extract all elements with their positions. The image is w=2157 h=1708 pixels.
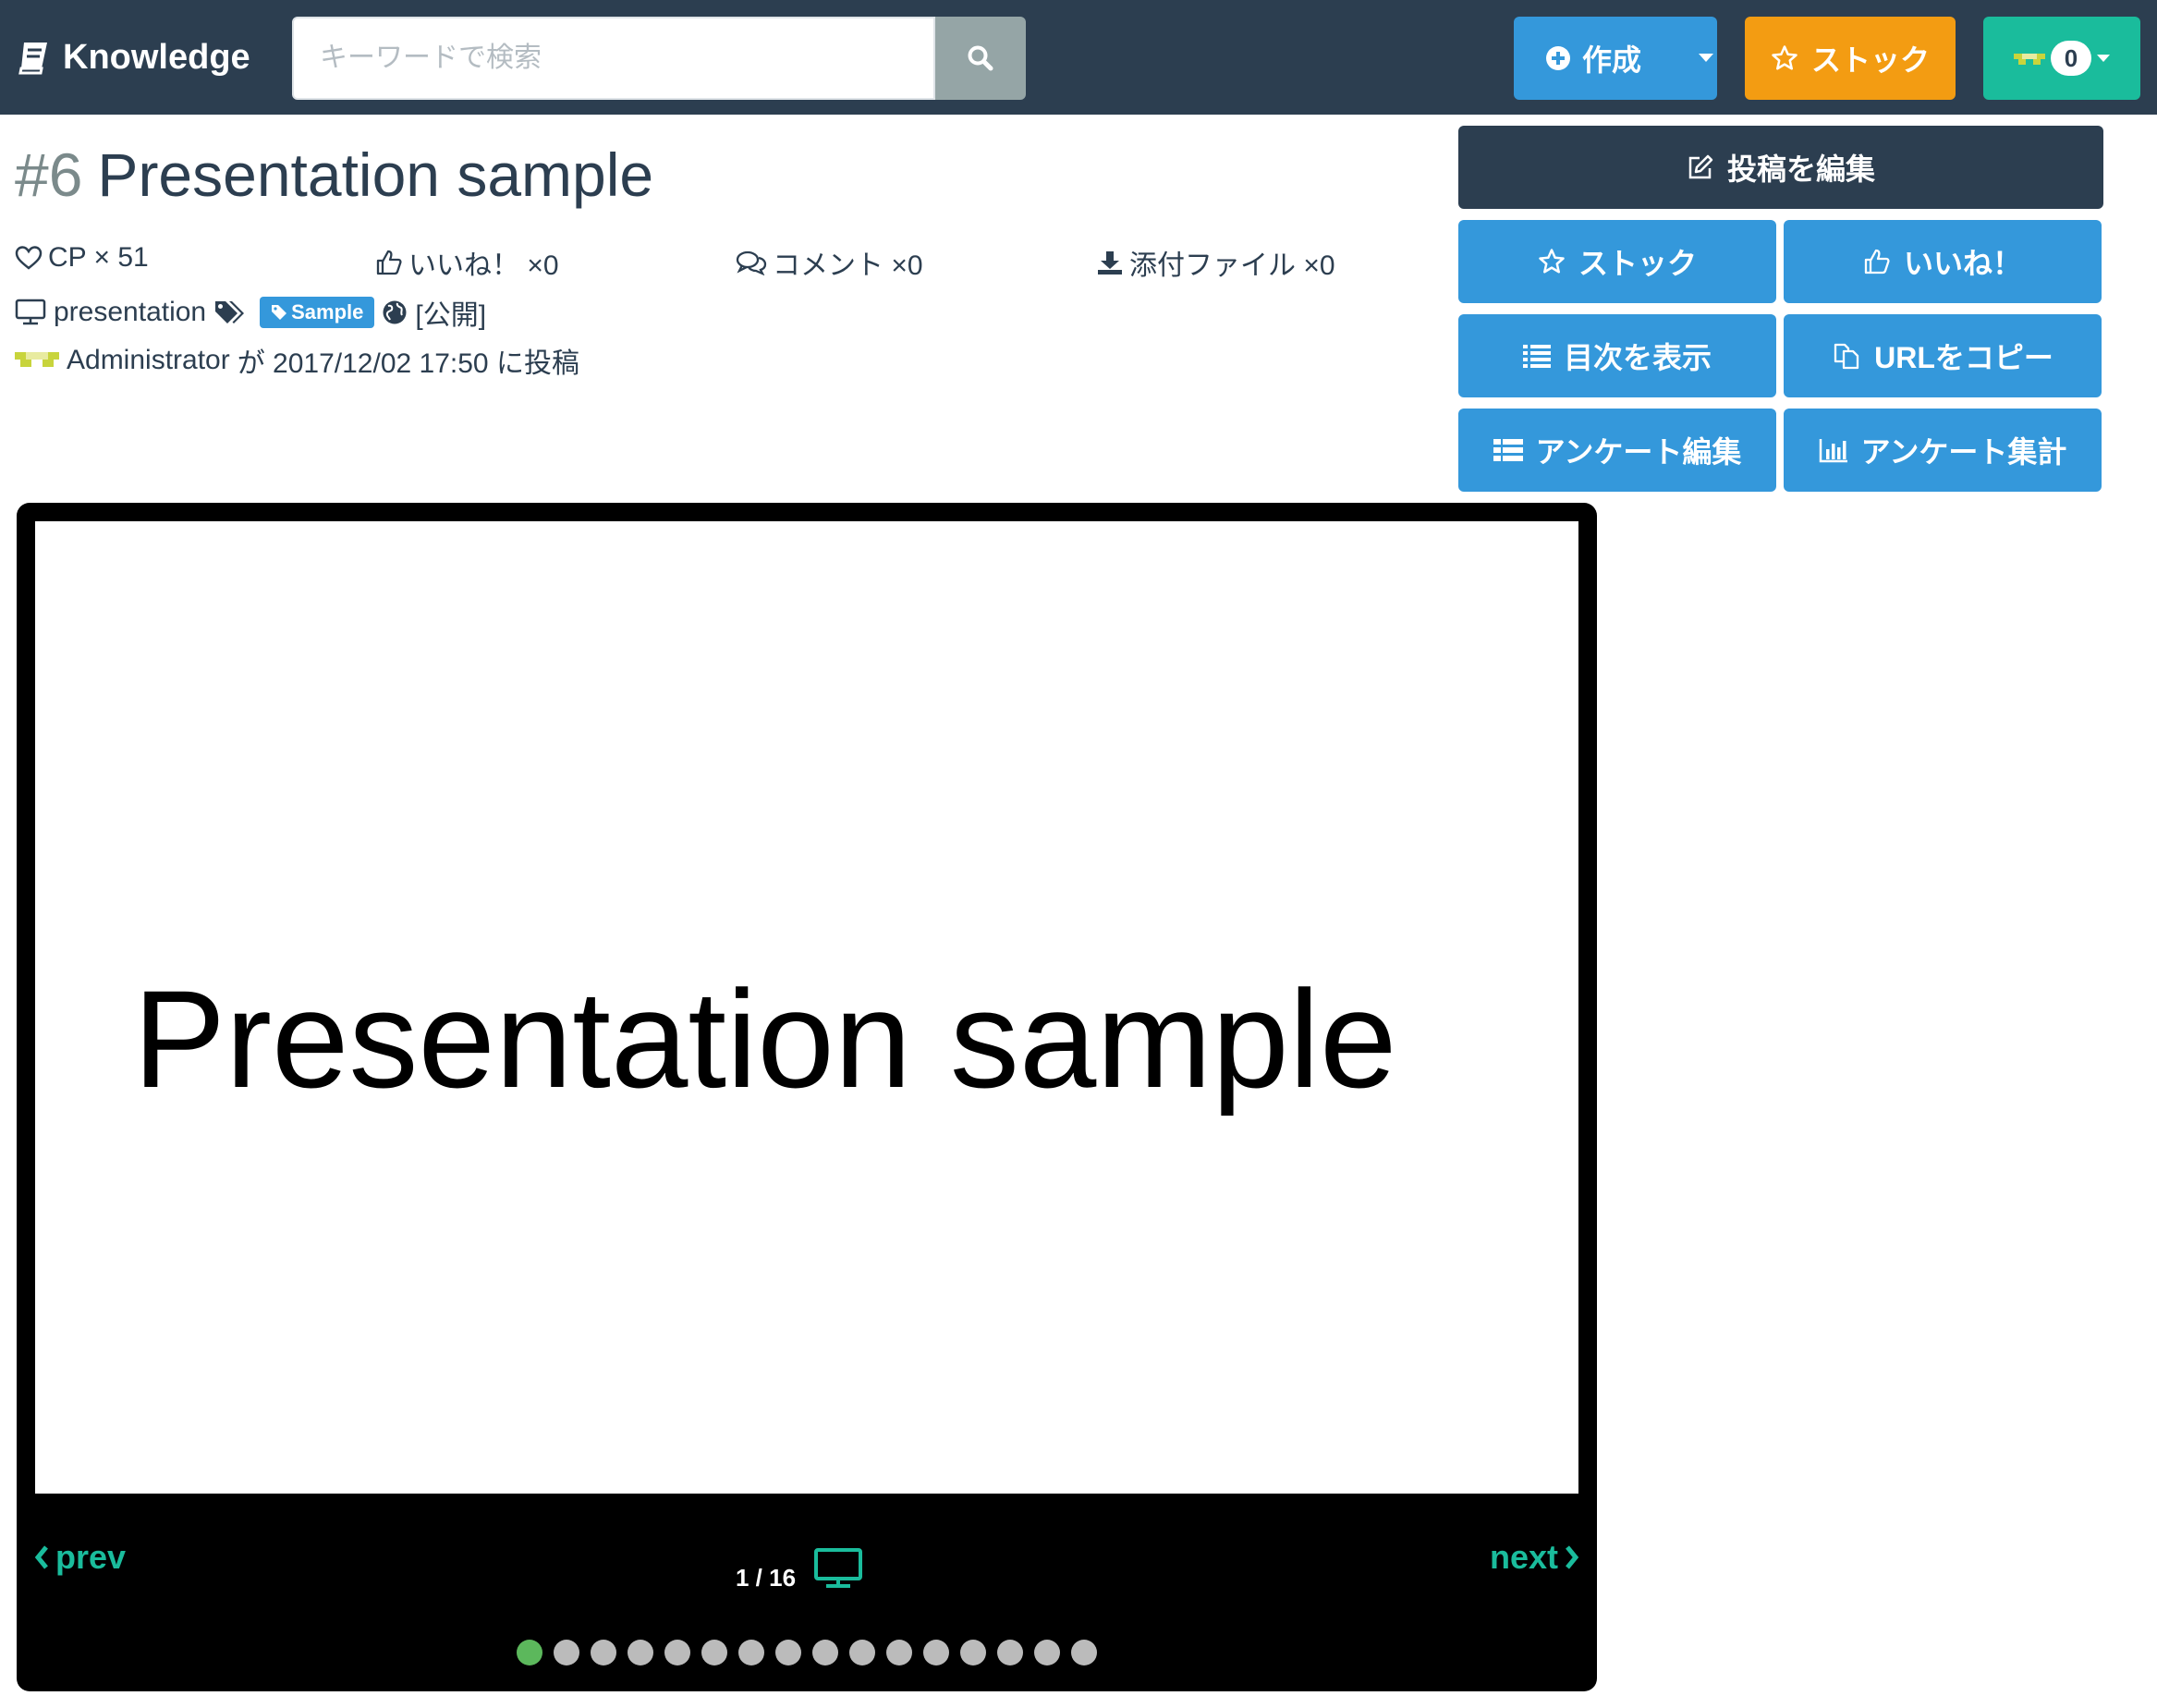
chevron-down-icon[interactable] [1699, 54, 1713, 63]
chevron-right-icon [1566, 1545, 1579, 1569]
article-number: #6 [15, 140, 83, 209]
comment-count[interactable]: コメント ×0 [736, 242, 923, 283]
next-label: next [1489, 1538, 1558, 1576]
cp-count: CP × 51 [15, 242, 149, 274]
article-type-tags: presentation Sample [公開] [15, 292, 486, 333]
thumbs-up-icon [376, 250, 402, 275]
chevron-left-icon [34, 1545, 48, 1569]
slide-dot[interactable] [812, 1640, 838, 1665]
slide-frame: Presentation sample [35, 521, 1578, 1494]
survey-result-button[interactable]: アンケート集計 [1784, 409, 2102, 492]
slide-dot[interactable] [591, 1640, 616, 1665]
comment-label: コメント ×0 [773, 250, 923, 281]
edit-post-label: 投稿を編集 [1726, 152, 1875, 186]
edit-icon [1688, 154, 1713, 179]
star-icon [1539, 249, 1565, 274]
fullscreen-icon[interactable] [813, 1547, 863, 1590]
thumbs-up-icon [1864, 249, 1890, 274]
slide-dot[interactable] [886, 1640, 912, 1665]
chevron-down-icon [2097, 54, 2110, 62]
slide-dot[interactable] [628, 1640, 653, 1665]
comments-icon [736, 250, 767, 275]
copy-icon [1834, 343, 1859, 370]
copy-url-label: URLをコピー [1874, 341, 2053, 374]
toc-button[interactable]: 目次を表示 [1458, 314, 1776, 397]
slide-dot[interactable] [554, 1640, 579, 1665]
copy-url-button[interactable]: URLをコピー [1784, 314, 2102, 397]
slide-dot[interactable] [1034, 1640, 1060, 1665]
search-form [292, 17, 1026, 100]
attachment-count[interactable]: 添付ファイル ×0 [1096, 242, 1335, 283]
survey-edit-button[interactable]: アンケート編集 [1458, 409, 1776, 492]
stock-nav-button[interactable]: ストック [1745, 17, 1956, 100]
tag-icon [272, 305, 287, 320]
navbar: Knowledge 作成 ストック [0, 0, 2157, 115]
tag-badge[interactable]: Sample [260, 297, 375, 328]
article-title: Presentation sample [97, 140, 654, 209]
search-input[interactable] [292, 17, 935, 100]
like-count[interactable]: いいね！ ×0 [375, 242, 559, 283]
slide-dot[interactable] [997, 1640, 1023, 1665]
survey-edit-label: アンケート編集 [1535, 435, 1742, 469]
brand-link[interactable]: Knowledge [17, 33, 250, 81]
visibility-label: [公開] [415, 300, 487, 331]
page-counter: 1 / 16 [736, 1564, 797, 1592]
like-label: いいね！ ×0 [408, 250, 559, 281]
user-menu-button[interactable]: 0 [1983, 17, 2140, 100]
stock-button[interactable]: ストック [1458, 220, 1776, 303]
cp-label: CP × 51 [48, 242, 149, 273]
stock-label: ストック [1578, 247, 1697, 280]
search-button[interactable] [935, 17, 1026, 100]
like-button-label: いいね！ [1903, 247, 2022, 280]
avatar [2014, 54, 2045, 65]
notification-badge: 0 [2051, 41, 2091, 76]
survey-result-label: アンケート集計 [1860, 435, 2067, 469]
search-icon [968, 45, 993, 71]
download-icon [1098, 251, 1122, 274]
slide-dot[interactable] [517, 1640, 542, 1665]
slide-dot[interactable] [960, 1640, 986, 1665]
create-label: 作成 [1582, 43, 1642, 77]
slide-dot[interactable] [849, 1640, 875, 1665]
heart-icon [15, 246, 43, 270]
page-title: #6 Presentation sample [15, 139, 653, 212]
attachment-label: 添付ファイル ×0 [1129, 250, 1335, 281]
slide-dots [17, 1640, 1597, 1665]
brand-name: Knowledge [63, 37, 250, 77]
toc-label: 目次を表示 [1563, 341, 1712, 374]
like-button[interactable]: いいね！ [1784, 220, 2102, 303]
slide-dot[interactable] [738, 1640, 764, 1665]
avatar [15, 352, 59, 367]
bar-chart-icon [1819, 439, 1847, 463]
author-name[interactable]: Administrator [67, 345, 230, 376]
plus-circle-icon [1546, 46, 1570, 70]
star-icon [1772, 45, 1798, 70]
globe-icon [383, 300, 407, 324]
slide-dot[interactable] [923, 1640, 949, 1665]
slide-dot[interactable] [1071, 1640, 1097, 1665]
author-line: Administrator が 2017/12/02 17:50 に投稿 [15, 340, 579, 381]
book-icon [18, 43, 47, 75]
posted-text: が 2017/12/02 17:50 に投稿 [237, 348, 579, 379]
monitor-icon [15, 299, 46, 325]
article-stats: CP × 51 いいね！ ×0 コメント ×0 添付ファイル ×0 [15, 242, 1420, 287]
slideshow: Presentation sample prev next 1 / 16 [17, 503, 1597, 1691]
list-icon [1493, 439, 1523, 461]
tag-label: Sample [291, 300, 364, 323]
next-button[interactable]: next [1490, 1538, 1580, 1577]
stock-nav-label: ストック [1810, 43, 1930, 77]
tags-icon [215, 301, 245, 323]
slide-dot[interactable] [701, 1640, 727, 1665]
edit-post-button[interactable]: 投稿を編集 [1458, 126, 2103, 209]
create-button[interactable]: 作成 [1514, 17, 1717, 100]
slide-title: Presentation sample [133, 961, 1397, 1116]
prev-label: prev [55, 1538, 127, 1576]
slide-dot[interactable] [775, 1640, 801, 1665]
list-icon [1522, 345, 1551, 368]
slide-dot[interactable] [664, 1640, 690, 1665]
prev-button[interactable]: prev [33, 1538, 126, 1577]
article-type: presentation [54, 297, 207, 327]
